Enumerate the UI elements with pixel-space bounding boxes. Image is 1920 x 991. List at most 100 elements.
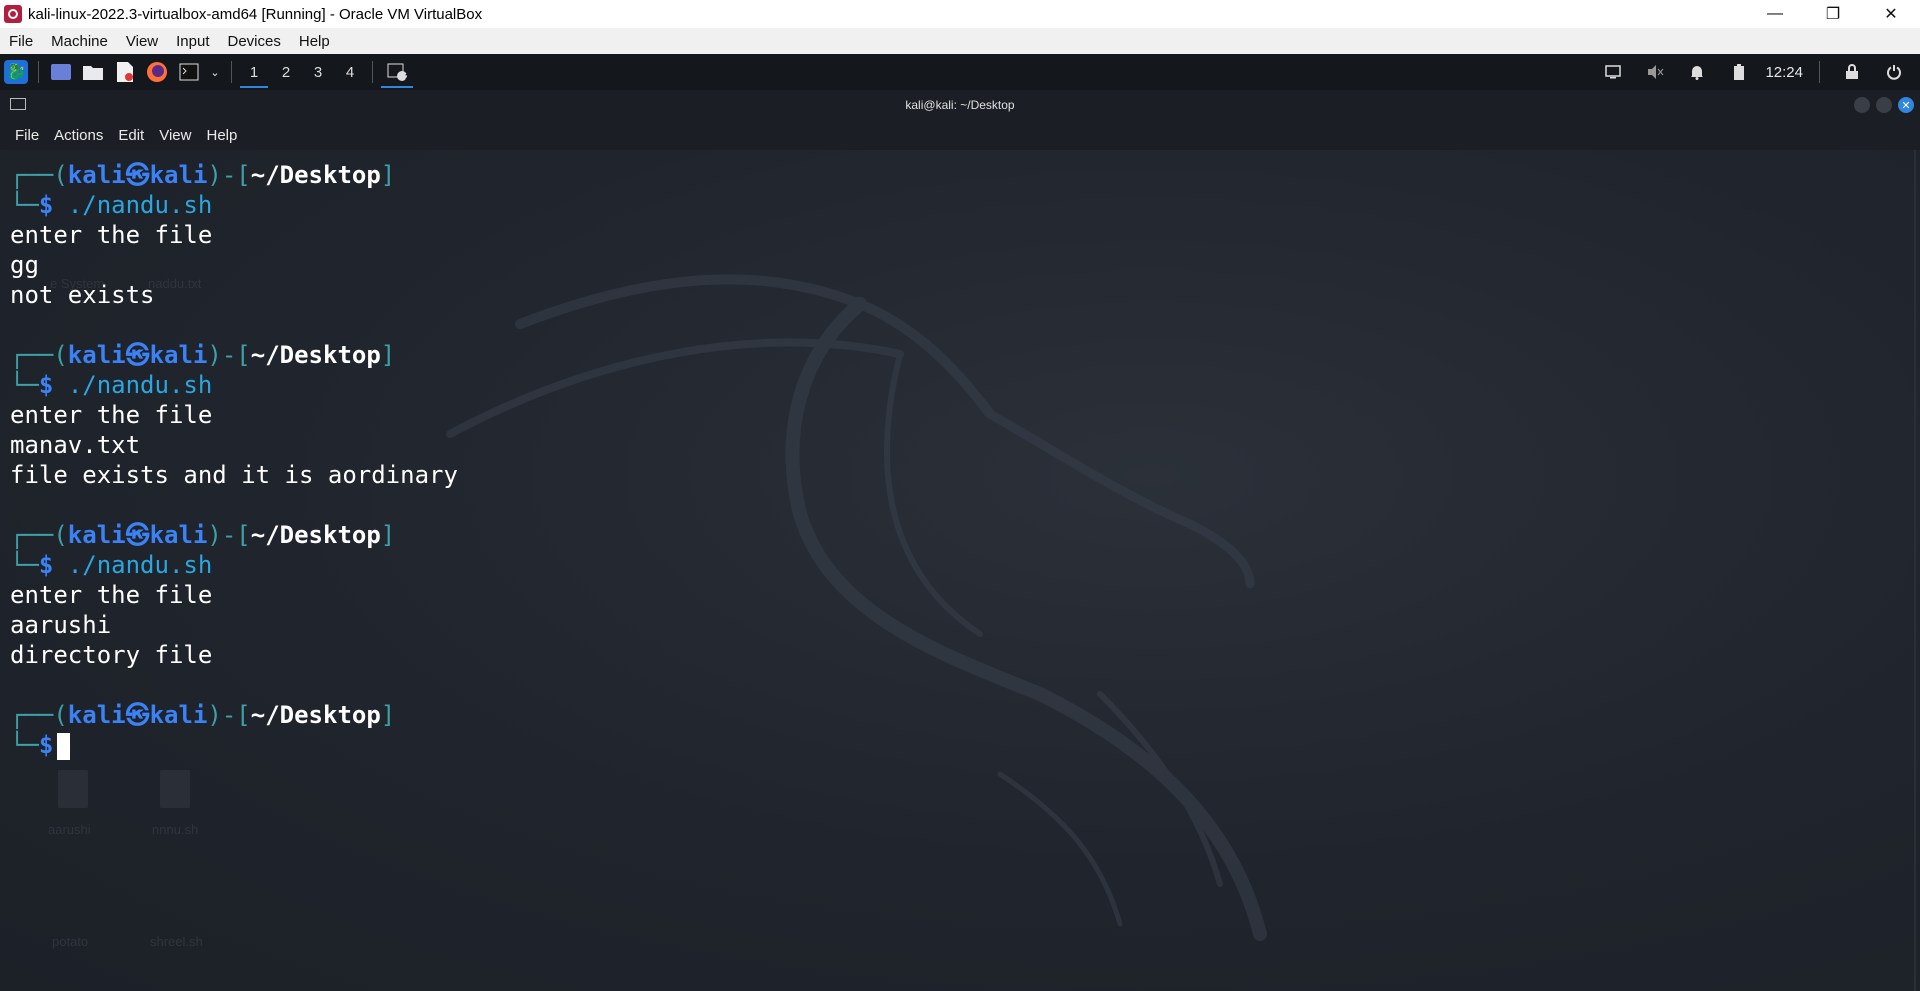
panel-separator: [231, 61, 232, 83]
prompt-at-symbol: ㉿: [125, 161, 150, 189]
terminal-close-button[interactable]: ✕: [1898, 97, 1914, 113]
prompt-line: ┌──(kali㉿kali)-[~/Desktop]: [10, 341, 396, 369]
output-line: enter the file: [10, 221, 213, 249]
workspace-1[interactable]: 1: [238, 54, 270, 90]
vbox-menubar: File Machine View Input Devices Help: [0, 28, 1920, 54]
vbox-menu-view[interactable]: View: [117, 33, 167, 50]
prompt-host: kali: [149, 161, 208, 189]
desktop-icon-label: shreel.sh: [150, 934, 203, 949]
workspace-3[interactable]: 3: [302, 54, 334, 90]
terminal-window-icon: [10, 98, 26, 110]
terminal-menu-help[interactable]: Help: [199, 127, 245, 144]
prompt-cwd: ~/Desktop: [250, 521, 381, 549]
prompt-line: ┌──(kali㉿kali)-[~/Desktop]: [10, 161, 396, 189]
prompt-line: ┌──(kali㉿kali)-[~/Desktop]: [10, 701, 396, 729]
panel-separator: [38, 61, 39, 83]
output-line: enter the file: [10, 401, 213, 429]
active-command-line[interactable]: └─$: [10, 730, 1890, 760]
prompt-at-symbol: ㉿: [125, 701, 150, 729]
file-manager-icon[interactable]: [81, 60, 105, 84]
window-title: kali-linux-2022.3-virtualbox-amd64 [Runn…: [28, 5, 483, 23]
terminal-title: kali@kali: ~/Desktop: [905, 98, 1015, 112]
notifications-bell-icon[interactable]: [1685, 60, 1709, 84]
prompt-cwd: ~/Desktop: [250, 701, 381, 729]
panel-clock[interactable]: 12:24: [1765, 64, 1803, 81]
terminal-titlebar[interactable]: kali@kali: ~/Desktop ✕: [0, 90, 1920, 120]
virtualbox-app-icon: [4, 5, 22, 23]
panel-separator: [372, 61, 373, 83]
output-line: enter the file: [10, 581, 213, 609]
desktop-icon[interactable]: [49, 60, 73, 84]
desktop-icon-label: aarushi: [48, 822, 91, 837]
command-text: ./nandu.sh: [67, 371, 213, 399]
kali-top-panel: 🐉 ⌄ 1 2 3 4 2 12:24: [0, 54, 1920, 90]
output-line: manav.txt: [10, 431, 141, 459]
prompt-line: ┌──(kali㉿kali)-[~/Desktop]: [10, 521, 396, 549]
command-line: └─$ ./nandu.sh: [10, 371, 213, 399]
close-button[interactable]: ✕: [1862, 0, 1920, 28]
lock-icon[interactable]: [1840, 60, 1864, 84]
terminal-maximize-button[interactable]: [1876, 97, 1892, 113]
desktop-icon-label: potato: [52, 934, 89, 949]
output-line: file exists and it is aordinary: [10, 461, 458, 489]
prompt-user: kali: [67, 521, 126, 549]
terminal-menu-edit[interactable]: Edit: [111, 127, 152, 144]
terminal-menu-view[interactable]: View: [152, 127, 199, 144]
terminal-menu-file[interactable]: File: [0, 127, 47, 144]
prompt-host: kali: [149, 341, 208, 369]
vbox-menu-help[interactable]: Help: [290, 33, 339, 50]
guest-display[interactable]: e System naddu.txt aarushi nnnu.sh potat…: [0, 54, 1920, 991]
output-line: aarushi: [10, 611, 112, 639]
command-line: └─$ ./nandu.sh: [10, 191, 213, 219]
display-icon[interactable]: [1601, 60, 1625, 84]
prompt-at-symbol: ㉿: [125, 521, 150, 549]
vbox-menu-file[interactable]: File: [0, 33, 42, 50]
vbox-menu-machine[interactable]: Machine: [42, 33, 117, 50]
prompt-cwd: ~/Desktop: [250, 341, 381, 369]
text-cursor: [57, 732, 71, 760]
output-line: not exists: [10, 281, 155, 309]
folder-icon: [58, 770, 88, 808]
command-line: └─$ ./nandu.sh: [10, 551, 213, 579]
terminal-launcher-icon[interactable]: [177, 60, 201, 84]
prompt-user: kali: [67, 341, 126, 369]
terminal-menubar: File Actions Edit View Help: [0, 120, 1920, 150]
panel-tray: 12:24: [1597, 60, 1920, 84]
restore-button[interactable]: ❐: [1804, 0, 1862, 28]
window-count-badge: 2: [404, 72, 410, 82]
kali-menu-icon[interactable]: 🐉: [4, 60, 28, 84]
volume-muted-icon[interactable]: [1643, 60, 1667, 84]
prompt-user: kali: [67, 701, 126, 729]
terminal-minimize-button[interactable]: [1854, 97, 1870, 113]
workspace-4[interactable]: 4: [334, 54, 366, 90]
terminal-output[interactable]: ┌──(kali㉿kali)-[~/Desktop] └─$ ./nandu.s…: [10, 160, 1890, 760]
prompt-at-symbol: ㉿: [125, 341, 150, 369]
text-editor-icon[interactable]: [113, 60, 137, 84]
file-icon: [160, 770, 190, 808]
output-line: directory file: [10, 641, 213, 669]
workspace-2[interactable]: 2: [270, 54, 302, 90]
firefox-icon[interactable]: [145, 60, 169, 84]
desktop-icon-label: nnnu.sh: [152, 822, 199, 837]
output-line: gg: [10, 251, 39, 279]
prompt-user: kali: [67, 161, 126, 189]
vbox-menu-input[interactable]: Input: [167, 33, 218, 50]
prompt-host: kali: [149, 521, 208, 549]
prompt-host: kali: [149, 701, 208, 729]
battery-icon[interactable]: [1727, 60, 1751, 84]
command-text: ./nandu.sh: [67, 191, 213, 219]
vbox-titlebar: kali-linux-2022.3-virtualbox-amd64 [Runn…: [0, 0, 1920, 28]
terminal-menu-actions[interactable]: Actions: [47, 127, 111, 144]
taskbar-terminal-window[interactable]: 2: [379, 54, 415, 90]
panel-separator: [1819, 61, 1820, 83]
power-icon[interactable]: [1882, 60, 1906, 84]
chevron-down-icon[interactable]: ⌄: [209, 60, 221, 84]
terminal-scrollbar[interactable]: [1914, 150, 1916, 991]
terminal-window-controls: ✕: [1854, 97, 1914, 113]
vbox-menu-devices[interactable]: Devices: [219, 33, 290, 50]
prompt-cwd: ~/Desktop: [250, 161, 381, 189]
minimize-button[interactable]: —: [1746, 0, 1804, 28]
